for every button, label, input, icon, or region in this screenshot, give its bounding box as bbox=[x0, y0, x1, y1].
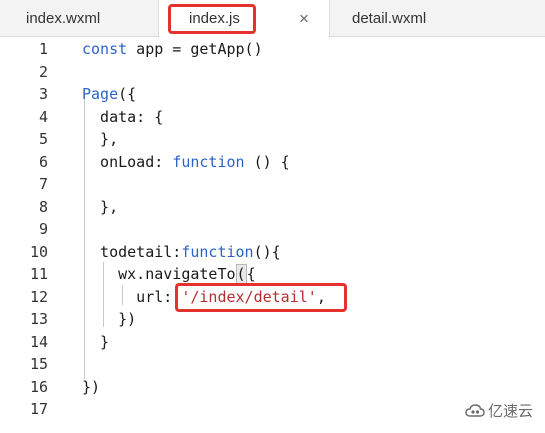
line-number: 4 bbox=[38, 107, 48, 126]
line-number: 16 bbox=[29, 377, 48, 396]
tab-detail-wxml[interactable]: detail.wxml bbox=[330, 0, 460, 37]
code-token: { bbox=[246, 265, 256, 283]
code-text: Page({ bbox=[82, 83, 136, 105]
code-line[interactable]: 10 todetail:function(){ bbox=[0, 241, 545, 263]
watermark-text: 亿速云 bbox=[487, 403, 533, 420]
indent-guide bbox=[84, 99, 85, 379]
code-line[interactable]: 5 }, bbox=[0, 128, 545, 150]
keyword-token: function bbox=[172, 152, 245, 171]
matched-bracket: ( bbox=[235, 264, 247, 284]
watermark: 亿速云 bbox=[465, 400, 533, 421]
tab-label: detail.wxml bbox=[352, 10, 427, 27]
code-token: }) bbox=[82, 377, 101, 396]
code-token: () { bbox=[244, 152, 290, 171]
code-token: }, bbox=[82, 130, 119, 148]
code-line[interactable]: 11 wx.navigateTo({ bbox=[0, 263, 545, 285]
line-number: 6 bbox=[38, 152, 48, 171]
code-line[interactable]: 14 } bbox=[0, 331, 545, 353]
code-line[interactable]: 16}) bbox=[0, 376, 545, 398]
code-token: (){ bbox=[253, 242, 281, 261]
code-token: wx.navigateTo bbox=[82, 265, 236, 283]
line-number: 15 bbox=[29, 355, 48, 373]
line-number: 5 bbox=[38, 130, 48, 148]
line-number: 1 bbox=[38, 40, 48, 58]
code-line[interactable]: 4 data: { bbox=[0, 106, 545, 128]
indent-guide bbox=[103, 262, 104, 327]
code-text: }, bbox=[82, 128, 118, 150]
line-number: 11 bbox=[29, 265, 48, 283]
code-text: }, bbox=[82, 196, 118, 218]
keyword-token: Page bbox=[82, 85, 119, 103]
code-token: url: bbox=[82, 287, 182, 306]
tab-bar: index.wxml index.js × detail.wxml bbox=[0, 0, 545, 38]
keyword-token: function bbox=[181, 242, 254, 261]
code-line[interactable]: 3 Page({ bbox=[0, 83, 545, 105]
line-number: 14 bbox=[29, 332, 48, 351]
code-editor[interactable]: 1 const app = getApp() 2 3 Page({4 data: {5 … bbox=[0, 37, 545, 433]
code-token: onLoad: bbox=[82, 152, 173, 171]
code-line[interactable]: 1 const app = getApp() bbox=[0, 38, 545, 60]
code-token: ({ bbox=[118, 85, 137, 103]
code-line[interactable]: 17 bbox=[0, 398, 545, 420]
tab-label: index.wxml bbox=[26, 10, 101, 27]
close-icon[interactable]: × bbox=[299, 0, 309, 37]
code-line[interactable]: 15 bbox=[0, 353, 545, 375]
line-number: 13 bbox=[29, 310, 48, 328]
line-number: 7 bbox=[38, 175, 48, 193]
code-text: onLoad: function () { bbox=[82, 151, 290, 173]
code-token: }) bbox=[82, 310, 137, 328]
keyword-token: const bbox=[82, 40, 128, 58]
indent-guide bbox=[122, 285, 123, 305]
code-token: } bbox=[82, 332, 110, 351]
url-highlight-box bbox=[175, 283, 347, 312]
line-number: 9 bbox=[38, 220, 48, 238]
line-number: 8 bbox=[38, 197, 48, 216]
line-number: 2 bbox=[38, 62, 48, 81]
code-text: data: { bbox=[82, 106, 163, 128]
tab-index-wxml[interactable]: index.wxml bbox=[0, 0, 158, 37]
code-line[interactable]: 7 bbox=[0, 173, 545, 195]
code-token: todetail: bbox=[82, 242, 182, 261]
code-token: }, bbox=[82, 197, 119, 216]
code-token: data: { bbox=[82, 107, 164, 126]
cloud-logo-icon bbox=[465, 403, 485, 417]
code-text: }) bbox=[82, 308, 136, 330]
code-text: todetail:function(){ bbox=[82, 241, 281, 263]
code-text: wx.navigateTo({ bbox=[82, 263, 256, 285]
line-number: 12 bbox=[29, 287, 48, 306]
code-line[interactable]: 9 bbox=[0, 218, 545, 240]
code-text: } bbox=[82, 331, 109, 353]
line-number: 17 bbox=[29, 400, 48, 418]
code-line[interactable]: 2 bbox=[0, 61, 545, 83]
line-number: 10 bbox=[29, 242, 48, 261]
line-number: 3 bbox=[38, 85, 48, 103]
tab-highlight-box bbox=[168, 4, 256, 34]
code-line[interactable]: 6 onLoad: function () { bbox=[0, 151, 545, 173]
code-line[interactable]: 8 }, bbox=[0, 196, 545, 218]
code-token: app = getApp() bbox=[127, 40, 263, 58]
code-text: const app = getApp() bbox=[82, 38, 263, 60]
